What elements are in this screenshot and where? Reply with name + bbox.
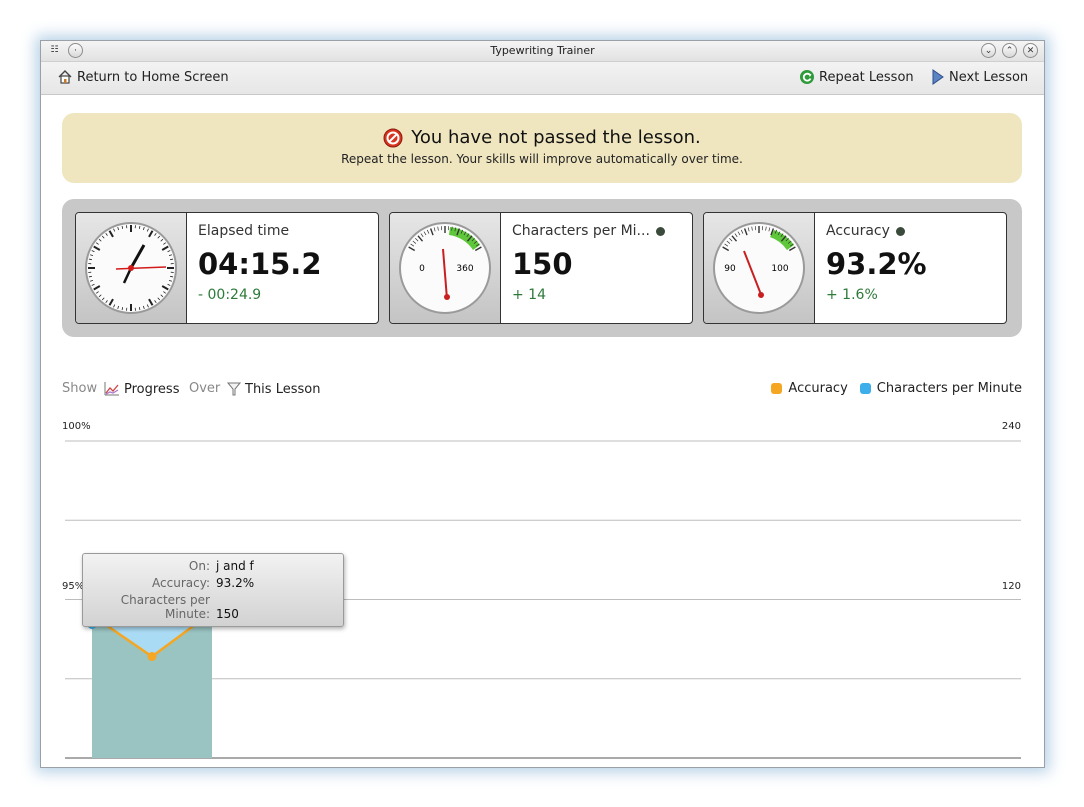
elapsed-time-delta: - 00:24.9	[198, 287, 262, 303]
cpm-delta: + 14	[512, 287, 546, 303]
repeat-lesson-label: Repeat Lesson	[819, 69, 914, 85]
home-icon	[58, 70, 72, 84]
tooltip-on-label: On:	[188, 559, 210, 573]
result-title: You have not passed the lesson.	[411, 127, 701, 148]
accuracy-gauge-max: 100	[771, 264, 788, 274]
cpm-gauge-max: 360	[456, 264, 473, 274]
window-title: Typewriting Trainer	[490, 44, 595, 57]
accuracy-legend-swatch	[771, 383, 783, 394]
accuracy-label: Accuracy	[826, 223, 890, 239]
accuracy-gauge-min: 90	[724, 264, 736, 274]
lesson-results: You have not passed the lesson. Repeat t…	[41, 95, 1044, 767]
play-icon	[932, 69, 944, 85]
maximize-button[interactable]: ⌃	[1002, 43, 1017, 58]
minimize-button[interactable]: ⌄	[981, 43, 996, 58]
toolbar: Return to Home Screen Repeat Lesson Next…	[41, 62, 1044, 95]
cpm-series-dot	[655, 226, 665, 236]
app-window: ☷ · Typewriting Trainer ⌄ ⌃ ✕ Return to …	[40, 40, 1045, 768]
repeat-lesson-button[interactable]: Repeat Lesson	[799, 69, 914, 85]
tooltip-on-value: j and f	[216, 559, 254, 573]
tooltip-accuracy-label: Accuracy:	[152, 576, 210, 590]
speedometer-icon: 0 360	[399, 222, 491, 314]
stats-panel: Elapsed time 04:15.2 - 00:24.9 0 360 Cha…	[62, 199, 1022, 337]
repeat-icon	[800, 70, 814, 84]
tooltip-cpm-value: 150	[216, 607, 239, 621]
close-button[interactable]: ✕	[1023, 43, 1038, 58]
accuracy-series-dot	[895, 226, 905, 236]
accuracy-delta: + 1.6%	[826, 287, 878, 303]
chart-legend: Accuracy Characters per Minute	[771, 381, 1022, 396]
accuracy-card: 90 100 Accuracy 93.2% + 1.6%	[703, 212, 1007, 324]
over-value: This Lesson	[245, 381, 321, 397]
tooltip-cpm-label-line2: Minute:	[164, 607, 210, 621]
clock-gauge	[76, 213, 187, 323]
cpm-card: 0 360 Characters per Mi... 150 + 14	[389, 212, 693, 324]
cpm-gauge-min: 0	[419, 264, 425, 274]
tooltip-cpm-label-line1: Characters per	[120, 593, 210, 607]
cpm-gauge: 0 360	[390, 213, 501, 323]
speedometer-icon: 90 100	[713, 222, 805, 314]
return-home-button[interactable]: Return to Home Screen	[57, 69, 229, 85]
failed-icon	[383, 128, 403, 147]
elapsed-time-value: 04:15.2	[198, 247, 322, 281]
right-axis-tick-label: 240	[1002, 421, 1021, 432]
left-axis-tick-label: 100%	[62, 421, 91, 432]
accuracy-value: 93.2%	[826, 247, 927, 281]
elapsed-time-label: Elapsed time	[198, 223, 290, 239]
cpm-label: Characters per Mi...	[512, 223, 650, 239]
cpm-legend-swatch	[859, 383, 871, 394]
tooltip-accuracy-value: 93.2%	[216, 576, 255, 590]
accuracy-gauge: 90 100	[704, 213, 815, 323]
clock-icon	[85, 222, 177, 314]
show-label: Show	[62, 381, 98, 396]
next-lesson-button[interactable]: Next Lesson	[931, 69, 1028, 85]
over-label: Over	[189, 381, 221, 396]
filter-icon	[227, 382, 241, 396]
elapsed-time-card: Elapsed time 04:15.2 - 00:24.9	[75, 212, 379, 324]
title-bar: ☷ · Typewriting Trainer ⌄ ⌃ ✕	[41, 41, 1044, 62]
left-axis-tick-label: 95%	[62, 581, 84, 592]
result-subtitle: Repeat the lesson. Your skills will impr…	[341, 152, 743, 166]
chart-icon	[104, 382, 119, 396]
accuracy-legend-label: Accuracy	[788, 381, 848, 396]
next-lesson-label: Next Lesson	[949, 69, 1029, 85]
show-value: Progress	[124, 381, 180, 397]
chart-tooltip: On: j and f Accuracy: 93.2% Characters p…	[82, 553, 344, 627]
chart-filter-bar: Show Progress Over This Lesson Accuracy …	[62, 381, 1022, 401]
result-banner: You have not passed the lesson. Repeat t…	[62, 113, 1022, 183]
cpm-value: 150	[512, 247, 573, 281]
right-axis-tick-label: 120	[1002, 581, 1021, 592]
cpm-legend-label: Characters per Minute	[876, 381, 1022, 396]
return-home-label: Return to Home Screen	[77, 69, 229, 85]
over-selector[interactable]: This Lesson	[227, 381, 320, 397]
show-selector[interactable]: Progress	[104, 381, 179, 397]
accuracy-point[interactable]	[147, 652, 157, 662]
